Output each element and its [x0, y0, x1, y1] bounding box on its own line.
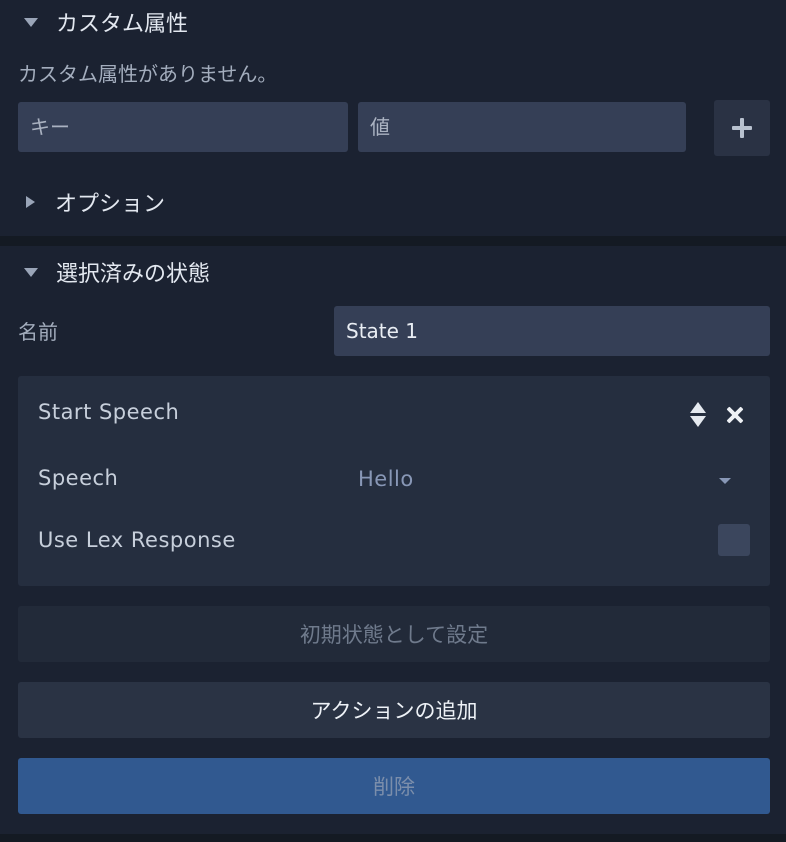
- state-name-input[interactable]: [334, 306, 770, 356]
- custom-attributes-panel: カスタム属性 カスタム属性がありません。 オプション: [0, 0, 786, 236]
- speech-label: Speech: [38, 466, 119, 490]
- add-attribute-button[interactable]: [714, 100, 770, 156]
- delete-button[interactable]: 削除: [18, 758, 770, 814]
- selected-state-header[interactable]: 選択済みの状態: [22, 256, 210, 288]
- options-header[interactable]: オプション: [22, 186, 165, 218]
- collapse-triangle-icon: [24, 267, 38, 277]
- name-label: 名前: [18, 320, 58, 344]
- speech-select[interactable]: Hello: [358, 467, 414, 491]
- custom-attributes-header[interactable]: カスタム属性: [22, 6, 188, 38]
- chevron-down-icon[interactable]: [719, 478, 731, 484]
- action-card: Start Speech Speech Hello Use Lex Respon…: [18, 376, 770, 586]
- collapse-triangle-icon: [24, 17, 38, 27]
- empty-attributes-message: カスタム属性がありません。: [18, 62, 278, 86]
- expand-triangle-icon: [26, 196, 35, 208]
- close-icon[interactable]: [722, 402, 748, 428]
- custom-attributes-title: カスタム属性: [56, 12, 189, 37]
- plus-icon: [732, 118, 752, 138]
- options-title: オプション: [55, 192, 166, 217]
- add-action-button[interactable]: アクションの追加: [18, 682, 770, 738]
- selected-state-title: 選択済みの状態: [56, 262, 211, 287]
- selected-state-panel: 選択済みの状態 名前 Start Speech Speech Hello Use…: [0, 246, 786, 834]
- set-initial-state-button[interactable]: 初期状態として設定: [18, 606, 770, 662]
- sort-arrows-icon[interactable]: [690, 402, 706, 428]
- attribute-key-input[interactable]: [18, 102, 348, 152]
- action-title: Start Speech: [38, 400, 180, 424]
- use-lex-response-label: Use Lex Response: [38, 528, 236, 552]
- attribute-value-input[interactable]: [358, 102, 686, 152]
- use-lex-response-checkbox[interactable]: [718, 524, 750, 556]
